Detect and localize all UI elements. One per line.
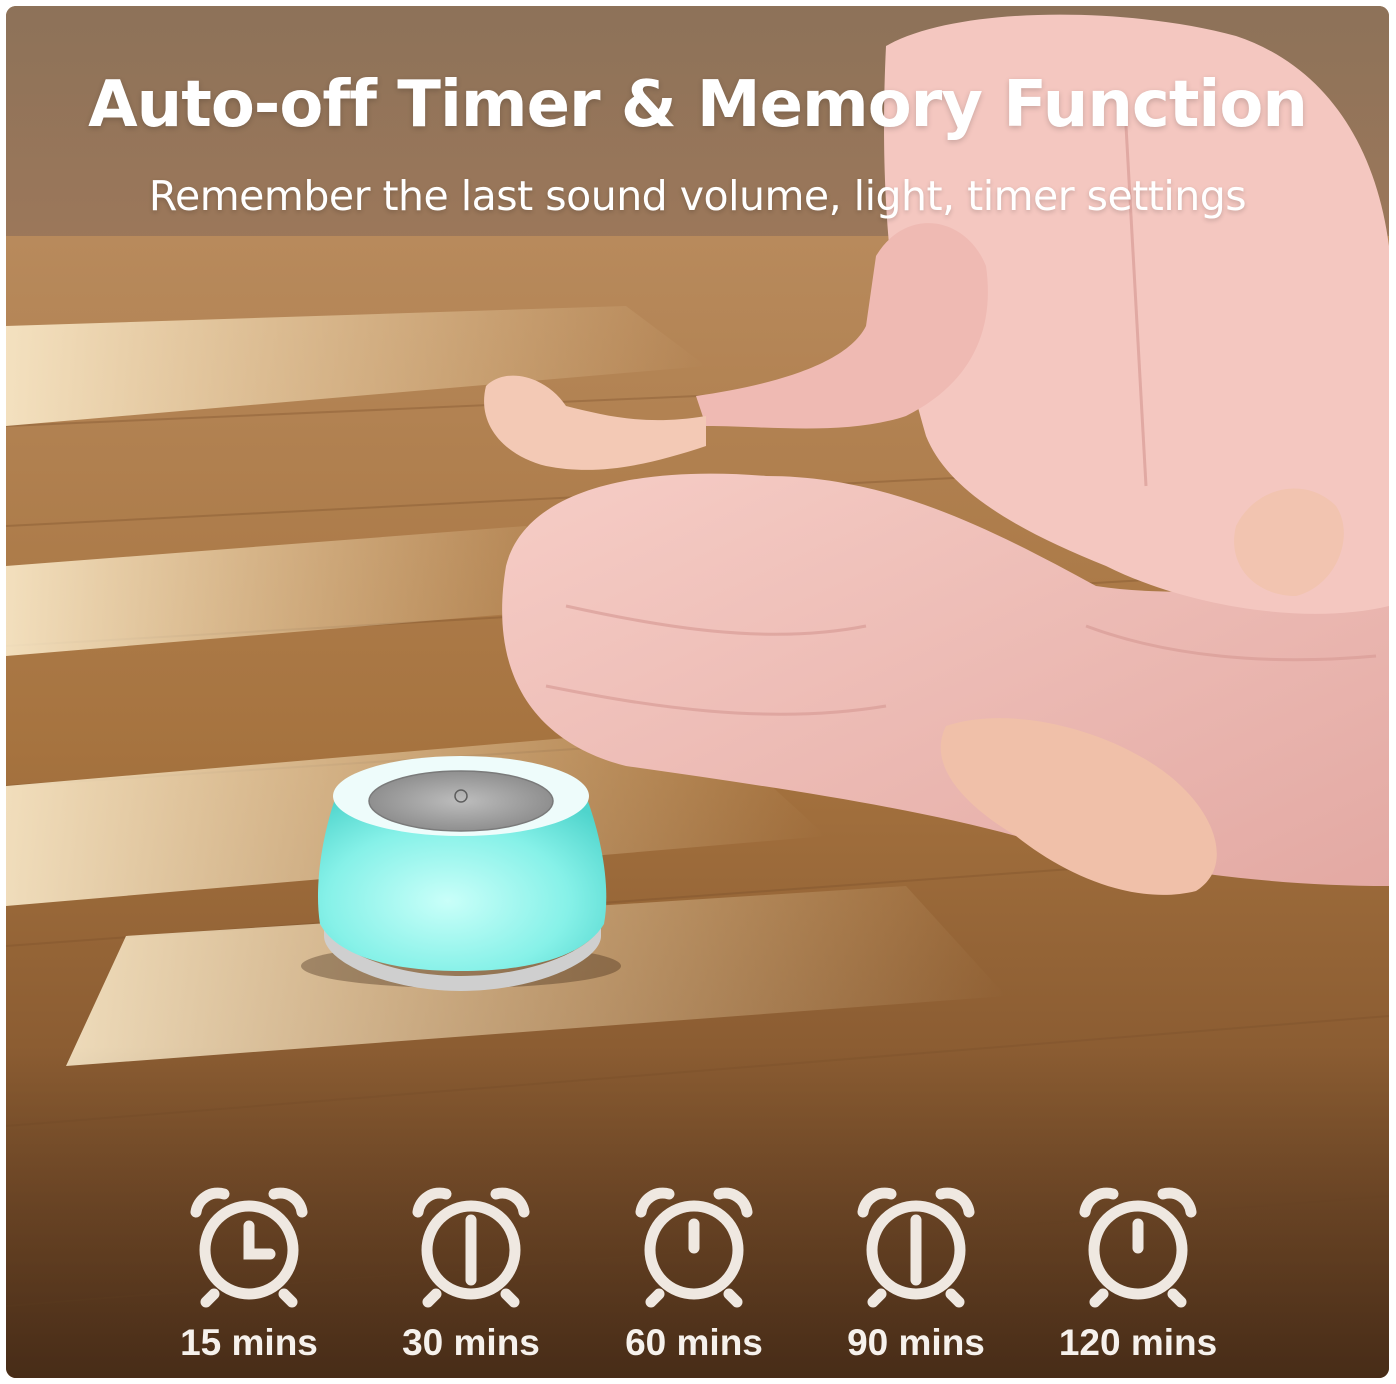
alarm-clock-icon bbox=[190, 1187, 308, 1308]
timer-label: 60 mins bbox=[625, 1322, 763, 1363]
alarm-clock-icon bbox=[635, 1187, 753, 1308]
timer-15-mins: 15 mins bbox=[149, 1184, 349, 1374]
promo-banner: Auto-off Timer & Memory Function Remembe… bbox=[6, 6, 1389, 1378]
alarm-clock-icon bbox=[412, 1187, 530, 1308]
timer-label: 120 mins bbox=[1058, 1322, 1218, 1363]
alarm-clock-icon bbox=[857, 1187, 975, 1308]
timer-options: 15 mins 30 mins 60 mins 90 mins 120 mins bbox=[6, 1184, 1389, 1374]
alarm-clock-icon bbox=[1079, 1187, 1197, 1308]
timer-label: 90 mins bbox=[847, 1322, 985, 1363]
page-title: Auto-off Timer & Memory Function bbox=[88, 68, 1308, 142]
timer-30-mins: 30 mins bbox=[371, 1184, 571, 1374]
timer-label: 30 mins bbox=[402, 1322, 540, 1363]
timer-60-mins: 60 mins bbox=[594, 1184, 794, 1374]
page-subtitle: Remember the last sound volume, light, t… bbox=[148, 172, 1247, 220]
timer-120-mins: 120 mins bbox=[1038, 1184, 1238, 1374]
timer-label: 15 mins bbox=[180, 1322, 318, 1363]
timer-90-mins: 90 mins bbox=[816, 1184, 1016, 1374]
